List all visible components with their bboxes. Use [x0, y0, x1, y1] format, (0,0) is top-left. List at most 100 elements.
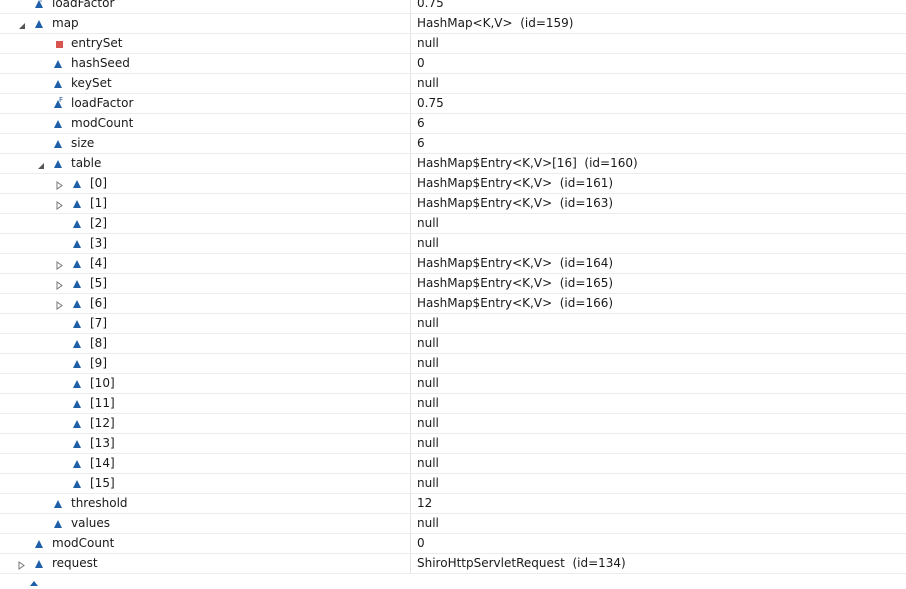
variable-name: [1]: [90, 196, 107, 210]
column-divider: [410, 274, 411, 293]
column-divider: [410, 334, 411, 353]
variable-value: HashMap$Entry<K,V>[16] (id=160): [417, 156, 638, 170]
tree-row[interactable]: keySet null: [0, 74, 906, 94]
collapsed-arrow-icon[interactable]: [56, 279, 64, 290]
tree-row[interactable]: [7] null: [0, 314, 906, 334]
variable-name: [15]: [90, 476, 115, 490]
tree-row[interactable]: [12] null: [0, 414, 906, 434]
field-icon: [72, 298, 82, 308]
field-icon: [53, 518, 63, 528]
column-divider: [410, 134, 411, 153]
field-icon: [53, 58, 63, 68]
name-cell: [13]: [0, 434, 410, 453]
variable-value: null: [417, 316, 439, 330]
variable-name: [7]: [90, 316, 107, 330]
tree-row[interactable]: [6] HashMap$Entry<K,V> (id=166): [0, 294, 906, 314]
variable-value: HashMap$Entry<K,V> (id=163): [417, 196, 614, 210]
variable-value: HashMap$Entry<K,V> (id=166): [417, 296, 614, 310]
tree-row[interactable]: [15] null: [0, 474, 906, 494]
name-cell: [10]: [0, 374, 410, 393]
variable-value: null: [417, 76, 439, 90]
column-divider: [410, 194, 411, 213]
collapsed-arrow-icon[interactable]: [18, 559, 26, 570]
tree-row[interactable]: [1] HashMap$Entry<K,V> (id=163): [0, 194, 906, 214]
field-icon: [72, 218, 82, 228]
expanded-arrow-icon[interactable]: [37, 159, 45, 169]
private-field-icon: [54, 38, 64, 48]
field-icon: [53, 118, 63, 128]
field-icon: [72, 178, 82, 188]
tree-row[interactable]: [10] null: [0, 374, 906, 394]
tree-row[interactable]: hashSeed 0: [0, 54, 906, 74]
collapsed-arrow-icon[interactable]: [56, 179, 64, 190]
tree-row[interactable]: request ShiroHttpServletRequest (id=134): [0, 554, 906, 574]
name-cell: [2]: [0, 214, 410, 233]
field-icon: [53, 158, 63, 168]
tree-row[interactable]: [11] null: [0, 394, 906, 414]
column-divider: [410, 54, 411, 73]
column-divider: [410, 254, 411, 273]
field-icon: [72, 418, 82, 428]
variable-value: HashMap$Entry<K,V> (id=161): [417, 176, 614, 190]
variable-name: loadFactor: [71, 96, 134, 110]
name-cell: [7]: [0, 314, 410, 333]
tree-row[interactable]: modCount 6: [0, 114, 906, 134]
expanded-arrow-icon[interactable]: [18, 19, 26, 29]
tree-row[interactable]: values null: [0, 514, 906, 534]
tree-row[interactable]: [0] HashMap$Entry<K,V> (id=161): [0, 174, 906, 194]
column-divider: [410, 534, 411, 553]
clipped-field-icon: [28, 575, 40, 586]
field-icon: [34, 558, 44, 568]
name-cell: threshold: [0, 494, 410, 513]
column-divider: [410, 514, 411, 533]
collapsed-arrow-icon[interactable]: [56, 299, 64, 310]
tree-row[interactable]: [8] null: [0, 334, 906, 354]
collapsed-arrow-icon[interactable]: [56, 199, 64, 210]
variable-name: [13]: [90, 436, 115, 450]
tree-row[interactable]: [5] HashMap$Entry<K,V> (id=165): [0, 274, 906, 294]
variable-value: null: [417, 396, 439, 410]
variable-value: null: [417, 456, 439, 470]
variable-name: [0]: [90, 176, 107, 190]
variable-name: threshold: [71, 496, 128, 510]
tree-row[interactable]: table HashMap$Entry<K,V>[16] (id=160): [0, 154, 906, 174]
name-cell: values: [0, 514, 410, 533]
tree-row[interactable]: modCount 0: [0, 534, 906, 554]
tree-row[interactable]: size 6: [0, 134, 906, 154]
name-cell: [9]: [0, 354, 410, 373]
name-cell: [8]: [0, 334, 410, 353]
variable-name: [5]: [90, 276, 107, 290]
column-divider: [410, 434, 411, 453]
final-badge: F: [40, 0, 45, 4]
column-divider: [410, 374, 411, 393]
field-icon: [72, 438, 82, 448]
variable-name: loadFactor: [52, 0, 115, 10]
collapsed-arrow-icon[interactable]: [56, 259, 64, 270]
tree-row[interactable]: [2] null: [0, 214, 906, 234]
name-cell: [6]: [0, 294, 410, 313]
field-icon: [72, 238, 82, 248]
variable-value: 12: [417, 496, 433, 510]
variable-value: null: [417, 436, 439, 450]
tree-row[interactable]: [4] HashMap$Entry<K,V> (id=164): [0, 254, 906, 274]
name-cell: [1]: [0, 194, 410, 213]
variable-name: [10]: [90, 376, 115, 390]
tree-row[interactable]: map HashMap<K,V> (id=159): [0, 14, 906, 34]
tree-row[interactable]: threshold 12: [0, 494, 906, 514]
tree-row[interactable]: [13] null: [0, 434, 906, 454]
final-badge: F: [59, 96, 64, 104]
tree-row[interactable]: F loadFactor 0.75: [0, 0, 906, 14]
tree-row[interactable]: F loadFactor 0.75: [0, 94, 906, 114]
tree-row[interactable]: entrySet null: [0, 34, 906, 54]
column-divider: [410, 394, 411, 413]
variable-value: null: [417, 376, 439, 390]
tree-row[interactable]: [3] null: [0, 234, 906, 254]
name-cell: F loadFactor: [0, 0, 410, 13]
name-cell: size: [0, 134, 410, 153]
field-icon: [72, 198, 82, 208]
column-divider: [410, 474, 411, 493]
variable-name: [6]: [90, 296, 107, 310]
tree-row[interactable]: [9] null: [0, 354, 906, 374]
field-icon: [72, 258, 82, 268]
tree-row[interactable]: [14] null: [0, 454, 906, 474]
